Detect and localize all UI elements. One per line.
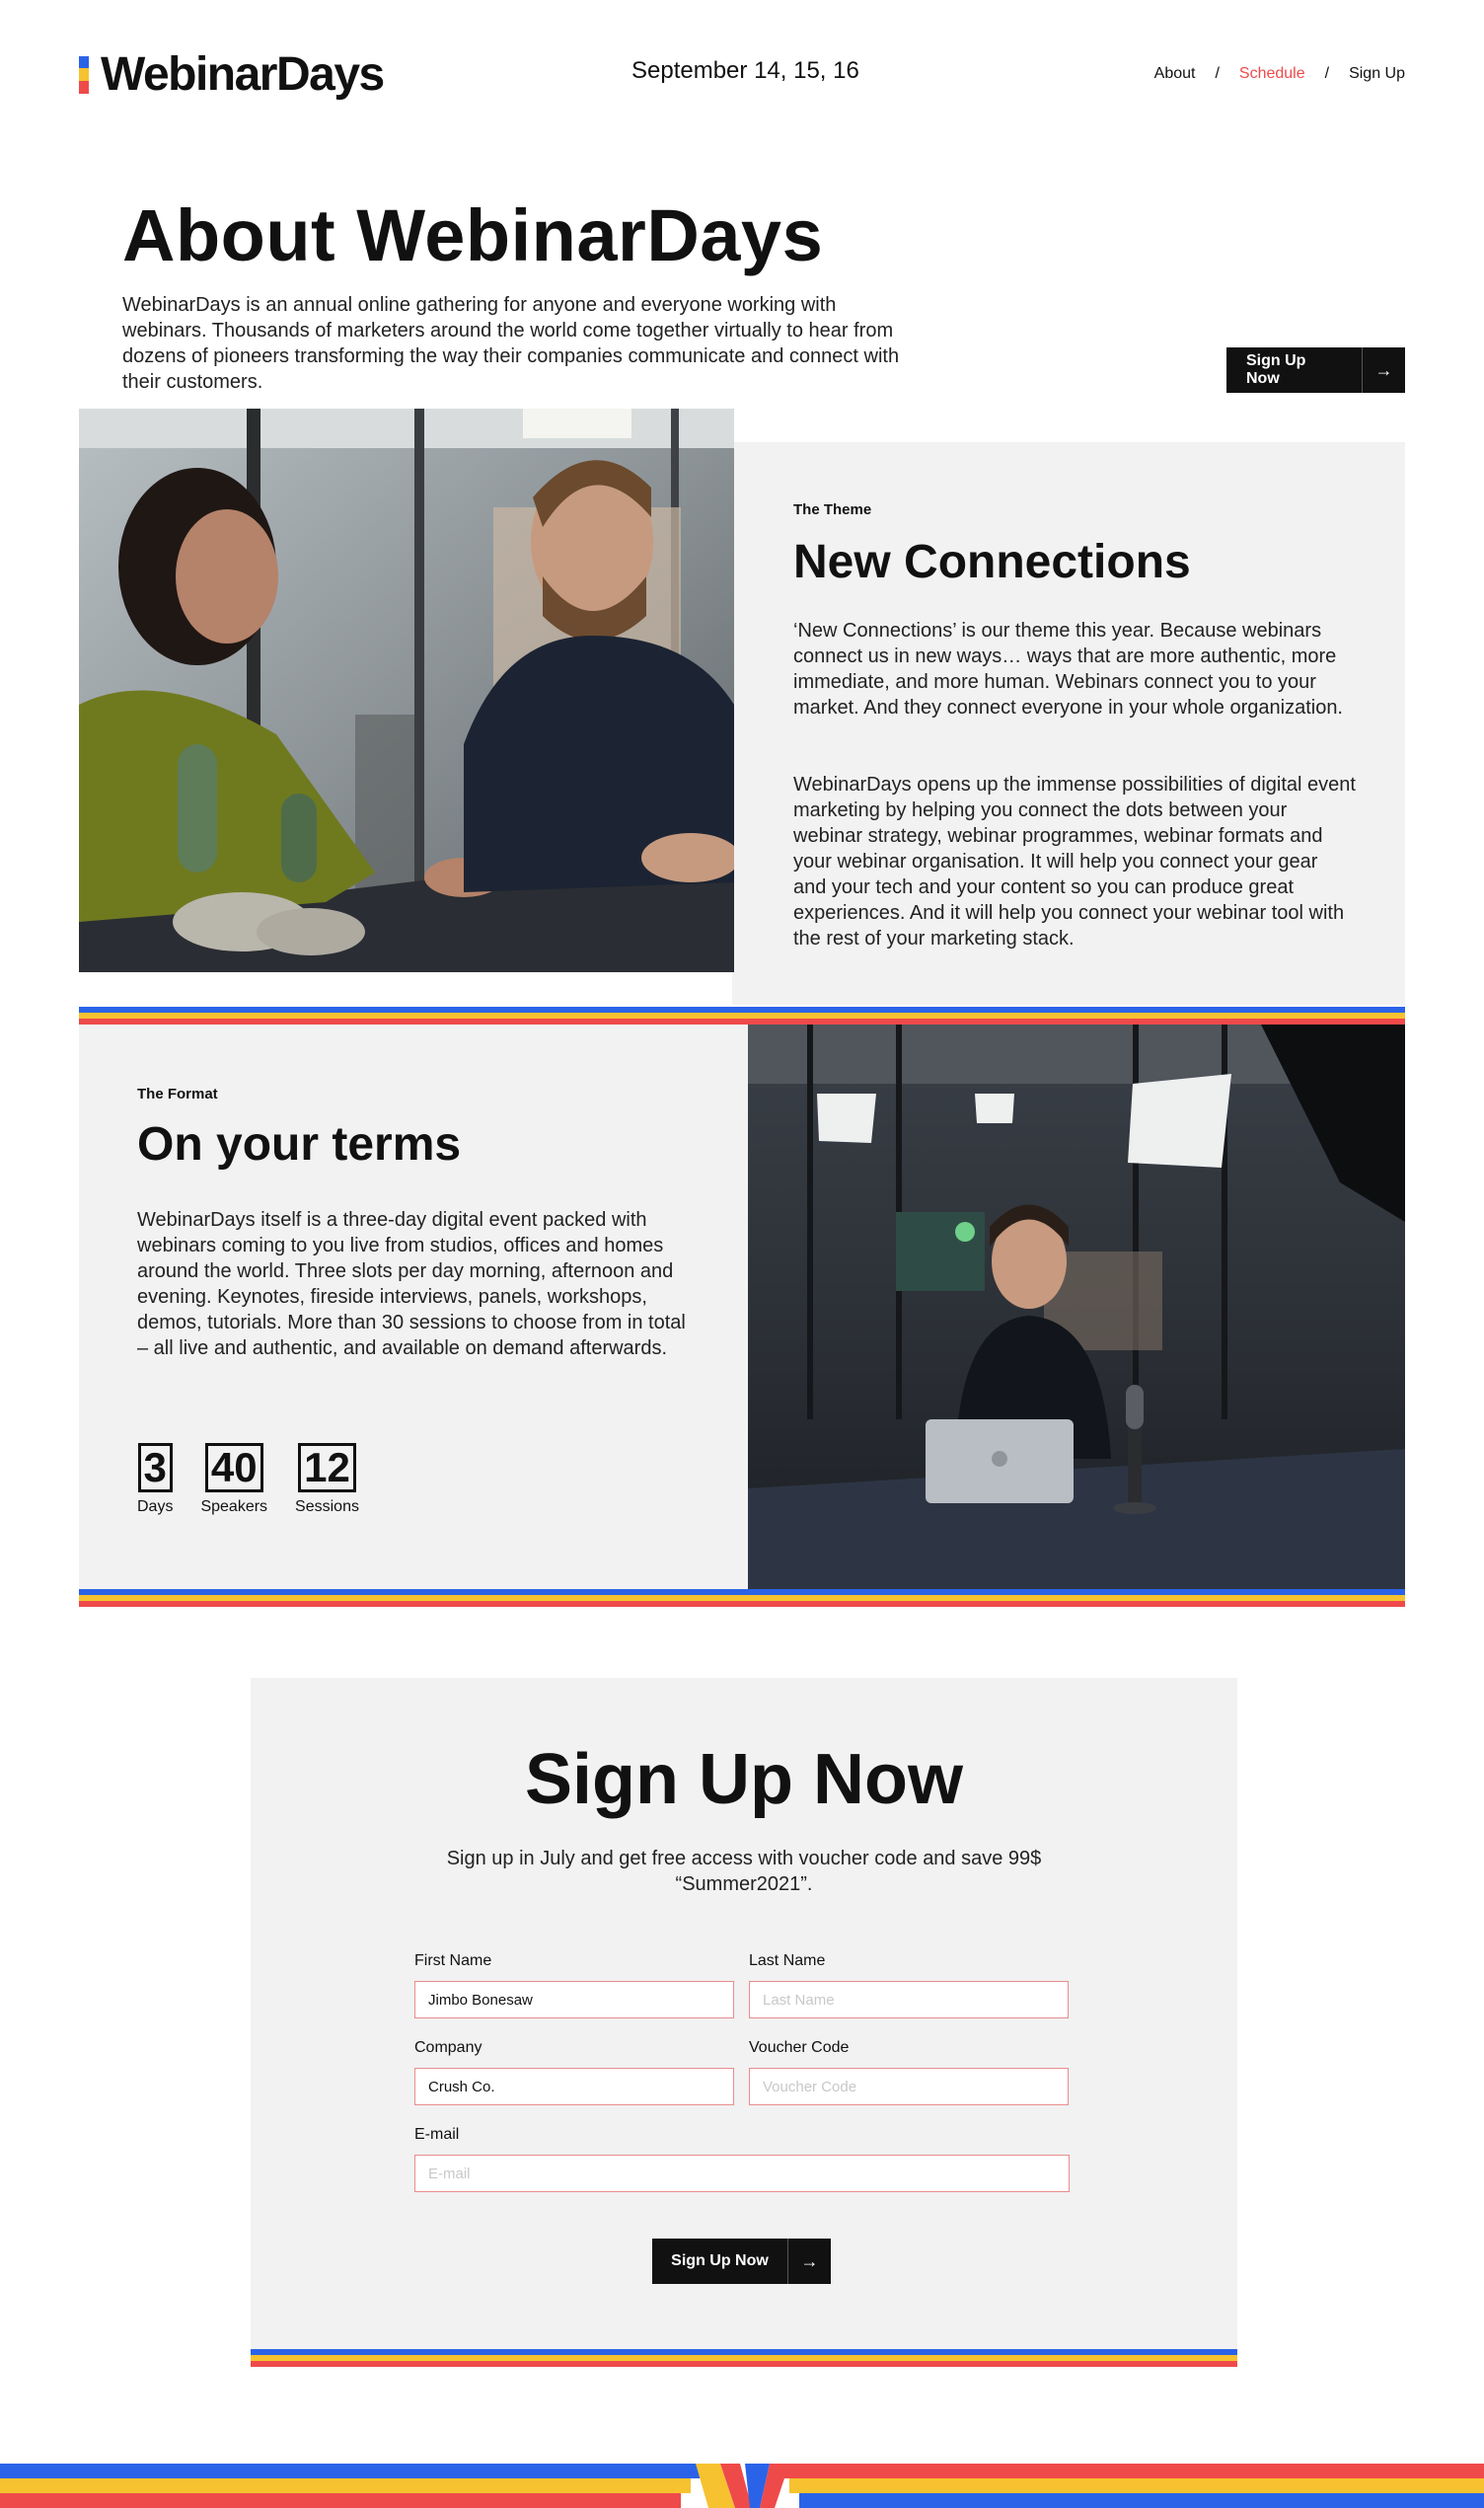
stat-sessions: 12 Sessions bbox=[295, 1443, 359, 1516]
first-name-field[interactable] bbox=[414, 1981, 734, 2018]
stat-value: 3 bbox=[137, 1443, 173, 1492]
signup-title: Sign Up Now bbox=[525, 1740, 963, 1819]
theme-paragraph: ‘New Connections’ is our theme this year… bbox=[793, 620, 1343, 719]
logo-mark-icon bbox=[79, 55, 89, 94]
about-description: WebinarDays is an annual online gatherin… bbox=[122, 294, 900, 393]
event-dates: September 14, 15, 16 bbox=[631, 57, 859, 84]
last-name-field[interactable] bbox=[749, 1981, 1069, 2018]
signup-submit-button[interactable]: Sign Up Now → bbox=[652, 2239, 831, 2284]
logo[interactable]: WebinarDays bbox=[79, 47, 385, 102]
nav-link-schedule[interactable]: Schedule bbox=[1239, 65, 1305, 83]
stat-label: Days bbox=[137, 1498, 174, 1515]
theme-title: New Connections bbox=[793, 536, 1191, 588]
theme-paragraph: WebinarDays opens up the immense possibi… bbox=[793, 774, 1356, 950]
stat-speakers: 40 Speakers bbox=[200, 1443, 267, 1516]
nav-separator: / bbox=[1215, 65, 1220, 82]
arrow-right-icon: → bbox=[1362, 347, 1405, 393]
stat-label: Speakers bbox=[200, 1498, 268, 1515]
voucher-code-field[interactable] bbox=[749, 2068, 1069, 2105]
stat-value: 12 bbox=[298, 1443, 356, 1492]
nav-link-about[interactable]: About bbox=[1154, 65, 1196, 83]
nav-link-signup[interactable]: Sign Up bbox=[1349, 65, 1405, 83]
site-header: WebinarDays September 14, 15, 16 About /… bbox=[0, 0, 1484, 148]
event-stats: 3 Days 40 Speakers 12 Sessions bbox=[137, 1443, 387, 1516]
email-label: E-mail bbox=[414, 2126, 460, 2143]
stat-days: 3 Days bbox=[137, 1443, 173, 1516]
signup-subtitle: Sign up in July and get free access with… bbox=[446, 1848, 1042, 1895]
theme-photo bbox=[79, 409, 734, 972]
voucher-code-label: Voucher Code bbox=[749, 2039, 850, 2056]
logo-text: WebinarDays bbox=[101, 48, 385, 101]
footer-decoration bbox=[0, 2464, 1484, 2508]
about-title: About WebinarDays bbox=[122, 194, 824, 276]
signup-now-button-label: Sign Up Now bbox=[1246, 352, 1306, 387]
email-field[interactable] bbox=[414, 2155, 1070, 2192]
format-title: On your terms bbox=[137, 1118, 462, 1171]
decorative-stripe bbox=[251, 2349, 1237, 2367]
format-photo bbox=[748, 1025, 1405, 1589]
format-eyebrow: The Format bbox=[137, 1086, 218, 1102]
signup-now-button[interactable]: Sign Up Now → bbox=[1226, 347, 1405, 393]
decorative-stripe bbox=[79, 1589, 1405, 1607]
arrow-right-icon: → bbox=[787, 2239, 831, 2284]
nav-separator: / bbox=[1324, 65, 1330, 82]
company-label: Company bbox=[414, 2039, 482, 2056]
stat-value: 40 bbox=[204, 1443, 263, 1492]
main-nav: About / Schedule / Sign Up bbox=[1154, 65, 1405, 83]
company-field[interactable] bbox=[414, 2068, 734, 2105]
theme-eyebrow: The Theme bbox=[793, 501, 872, 518]
signup-submit-button-label: Sign Up Now bbox=[671, 2252, 769, 2269]
format-description: WebinarDays itself is a three-day digita… bbox=[137, 1209, 686, 1359]
decorative-stripe bbox=[79, 1007, 1405, 1025]
last-name-label: Last Name bbox=[749, 1952, 826, 1969]
first-name-label: First Name bbox=[414, 1952, 492, 1969]
stat-label: Sessions bbox=[295, 1498, 359, 1515]
